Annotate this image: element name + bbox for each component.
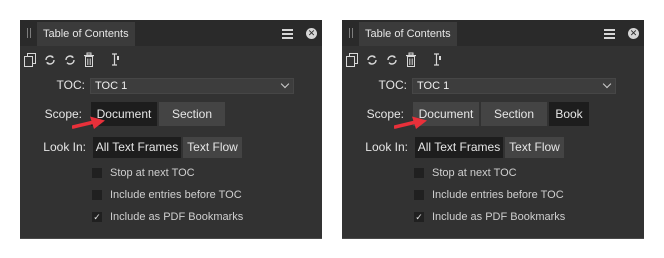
toc-toolbar bbox=[20, 52, 140, 70]
menu-icon[interactable] bbox=[604, 29, 615, 39]
include-pdf-bookmarks-checkbox[interactable]: ✓ bbox=[414, 212, 424, 222]
panel-titlebar: Table of Contents ✕ bbox=[342, 20, 644, 46]
panel-titlebar: Table of Contents ✕ bbox=[20, 20, 322, 46]
annotation-arrow bbox=[72, 116, 105, 129]
toc-panel-left: Table of Contents ✕ TOC: TOC 1 Scope: Do… bbox=[20, 20, 322, 239]
lookin-all-text-frames-option[interactable]: All Text Frames bbox=[93, 137, 181, 158]
close-icon[interactable]: ✕ bbox=[306, 28, 317, 39]
menu-icon[interactable] bbox=[282, 29, 293, 39]
stop-at-next-toc-checkbox[interactable] bbox=[92, 168, 102, 178]
delete-icon[interactable] bbox=[404, 52, 418, 68]
refresh-icon[interactable] bbox=[63, 52, 77, 68]
chevron-down-icon bbox=[280, 79, 290, 89]
update-icon[interactable] bbox=[365, 52, 379, 68]
text-cursor-icon[interactable] bbox=[108, 52, 122, 68]
include-entries-before-toc-checkbox[interactable] bbox=[414, 190, 424, 200]
update-icon[interactable] bbox=[43, 52, 57, 68]
refresh-icon[interactable] bbox=[385, 52, 399, 68]
annotation-arrow bbox=[394, 116, 427, 129]
scope-section-option[interactable]: Section bbox=[481, 102, 547, 126]
toc-select-value: TOC 1 bbox=[417, 80, 450, 92]
scope-section-option[interactable]: Section bbox=[159, 102, 225, 126]
toc-select-value: TOC 1 bbox=[95, 80, 128, 92]
panel-tab-title[interactable]: Table of Contents bbox=[359, 22, 457, 46]
stop-at-next-toc-label: Stop at next TOC bbox=[110, 167, 195, 179]
include-entries-before-toc-label: Include entries before TOC bbox=[432, 189, 564, 201]
include-entries-before-toc-checkbox[interactable] bbox=[92, 190, 102, 200]
include-pdf-bookmarks-label: Include as PDF Bookmarks bbox=[110, 211, 244, 223]
stop-at-next-toc-checkbox[interactable] bbox=[414, 168, 424, 178]
toc-label: TOC: bbox=[378, 78, 407, 92]
lookin-label: Look In: bbox=[365, 140, 408, 154]
lookin-text-flow-option[interactable]: Text Flow bbox=[183, 137, 242, 158]
grip-icon[interactable] bbox=[348, 28, 354, 38]
include-pdf-bookmarks-label: Include as PDF Bookmarks bbox=[432, 211, 566, 223]
panel-tab-title[interactable]: Table of Contents bbox=[37, 22, 135, 46]
toc-select[interactable]: TOC 1 bbox=[90, 78, 294, 94]
lookin-label: Look In: bbox=[43, 140, 86, 154]
close-icon[interactable]: ✕ bbox=[628, 28, 639, 39]
lookin-text-flow-option[interactable]: Text Flow bbox=[505, 137, 564, 158]
insert-toc-icon[interactable] bbox=[23, 52, 37, 68]
toc-panel-right: Table of Contents ✕ TOC: TOC 1 Scope: Do… bbox=[342, 20, 644, 239]
toc-toolbar bbox=[342, 52, 462, 70]
include-entries-before-toc-label: Include entries before TOC bbox=[110, 189, 242, 201]
include-pdf-bookmarks-checkbox[interactable]: ✓ bbox=[92, 212, 102, 222]
grip-icon[interactable] bbox=[26, 28, 32, 38]
chevron-down-icon bbox=[602, 79, 612, 89]
scope-book-option[interactable]: Book bbox=[549, 102, 589, 126]
lookin-all-text-frames-option[interactable]: All Text Frames bbox=[415, 137, 503, 158]
toc-label: TOC: bbox=[56, 78, 85, 92]
insert-toc-icon[interactable] bbox=[345, 52, 359, 68]
stop-at-next-toc-label: Stop at next TOC bbox=[432, 167, 517, 179]
delete-icon[interactable] bbox=[82, 52, 96, 68]
toc-select[interactable]: TOC 1 bbox=[412, 78, 616, 94]
text-cursor-icon[interactable] bbox=[430, 52, 444, 68]
